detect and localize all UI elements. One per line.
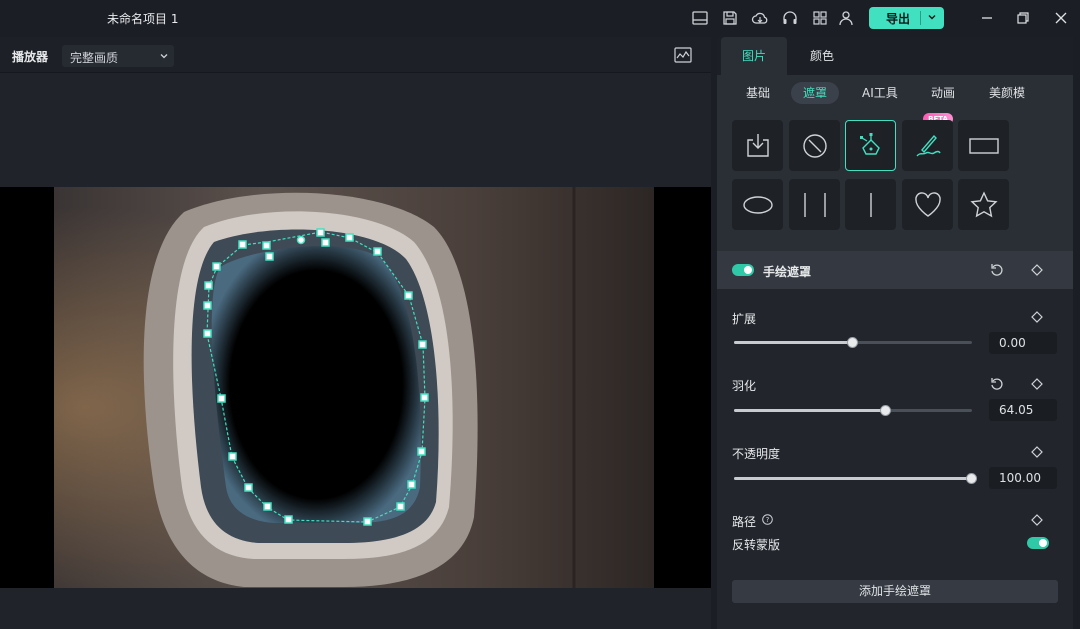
pen-mask-tile[interactable] — [845, 120, 896, 171]
save-icon[interactable] — [721, 9, 739, 27]
heart-icon — [914, 191, 941, 217]
keyframe-diamond-icon[interactable] — [1031, 514, 1043, 526]
restore-icon[interactable] — [1015, 10, 1031, 26]
opacity-slider-fill — [734, 477, 972, 480]
double-line-mask-tile[interactable] — [789, 179, 840, 230]
player-header: 播放器 完整画质 — [0, 37, 711, 73]
keyframe-diamond-icon[interactable] — [1031, 311, 1043, 323]
brush-icon — [915, 134, 941, 156]
chevron-down-icon — [160, 54, 168, 59]
panel-scrollbar[interactable] — [1073, 37, 1080, 629]
video-frame[interactable] — [54, 187, 654, 588]
brush-mask-tile[interactable] — [902, 120, 953, 171]
subtab-animation[interactable]: 动画 — [919, 82, 967, 104]
opacity-slider-knob[interactable] — [966, 473, 977, 484]
opacity-value-field[interactable]: 100.00 — [989, 467, 1057, 489]
subtab-basic[interactable]: 基础 — [734, 82, 782, 104]
apps-grid-icon[interactable] — [811, 9, 829, 27]
keyframe-diamond-icon[interactable] — [1031, 378, 1043, 390]
close-icon[interactable] — [1053, 10, 1069, 26]
keyframe-diamond-icon[interactable] — [1031, 446, 1043, 458]
import-icon — [746, 133, 769, 157]
ellipse-mask-tile[interactable] — [732, 179, 783, 230]
heart-mask-tile[interactable] — [902, 179, 953, 230]
expand-value-field[interactable]: 0.00 — [989, 332, 1057, 354]
chevron-down-icon[interactable] — [926, 11, 938, 23]
subtab-ai-tools[interactable]: AI工具 — [850, 82, 910, 104]
star-icon — [969, 190, 998, 217]
property-tabs: 图片 颜色 — [717, 37, 1073, 75]
path-label: 路径 — [732, 515, 757, 529]
expand-label: 扩展 — [732, 312, 757, 326]
no-mask-tile[interactable] — [789, 120, 840, 171]
opacity-label: 不透明度 — [732, 447, 781, 461]
mask-shape-grid: BETA — [717, 111, 1073, 251]
expand-slider[interactable] — [734, 337, 972, 348]
quality-value: 完整画质 — [70, 51, 119, 65]
properties-panel: 图片 颜色 基础 遮罩 AI工具 动画 美颜模 BETA 手绘遮罩 扩展 0.0… — [717, 37, 1073, 629]
player-panel: 播放器 完整画质 — [0, 37, 711, 629]
feather-label: 羽化 — [732, 379, 757, 393]
scope-icon[interactable] — [674, 47, 692, 63]
tab-image[interactable]: 图片 — [721, 37, 787, 75]
double-line-icon — [803, 192, 826, 217]
prohibited-icon — [802, 133, 827, 158]
star-mask-tile[interactable] — [958, 179, 1009, 230]
quality-select[interactable]: 完整画质 — [62, 45, 174, 67]
subtab-beauty[interactable]: 美颜模 — [977, 82, 1037, 104]
reset-icon[interactable] — [990, 263, 1004, 277]
ellipse-icon — [742, 195, 773, 214]
feather-slider[interactable] — [734, 405, 972, 416]
single-line-mask-tile[interactable] — [845, 179, 896, 230]
sub-tabs: 基础 遮罩 AI工具 动画 美颜模 — [717, 75, 1073, 111]
draw-mask-toggle[interactable] — [732, 264, 754, 276]
feather-value-field[interactable]: 64.05 — [989, 399, 1057, 421]
opacity-slider[interactable] — [734, 473, 977, 484]
export-divider — [920, 11, 921, 25]
section-title: 手绘遮罩 — [763, 265, 812, 279]
svg-text:?: ? — [766, 516, 770, 524]
preview-area-top — [0, 73, 711, 187]
layout-icon[interactable] — [691, 9, 709, 27]
expand-slider-knob[interactable] — [847, 337, 858, 348]
single-line-icon — [869, 192, 872, 217]
add-draw-mask-button[interactable]: 添加手绘遮罩 — [732, 580, 1058, 603]
expand-slider-fill — [734, 341, 853, 344]
help-icon[interactable]: ? — [762, 514, 773, 525]
cloud-icon[interactable] — [751, 9, 769, 27]
feather-slider-fill — [734, 409, 887, 412]
user-icon[interactable] — [837, 9, 855, 27]
project-title: 未命名项目 1 — [107, 12, 179, 26]
export-label: 导出 — [886, 12, 911, 26]
rectangle-icon — [968, 137, 999, 154]
import-mask-tile[interactable] — [732, 120, 783, 171]
tab-color[interactable]: 颜色 — [789, 37, 855, 75]
invert-mask-label: 反转蒙版 — [732, 538, 781, 552]
subtab-mask[interactable]: 遮罩 — [791, 82, 840, 104]
player-label: 播放器 — [12, 50, 49, 64]
export-button[interactable]: 导出 — [869, 7, 944, 29]
preview-stage[interactable] — [0, 187, 711, 588]
preview-area-bottom — [0, 588, 711, 629]
pen-tool-icon — [859, 132, 880, 155]
minimize-icon[interactable] — [979, 10, 995, 26]
feather-slider-knob[interactable] — [880, 405, 892, 416]
rectangle-mask-tile[interactable] — [958, 120, 1009, 171]
invert-mask-toggle[interactable] — [1027, 537, 1049, 549]
keyframe-diamond-icon[interactable] — [1031, 264, 1043, 276]
draw-mask-section-header: 手绘遮罩 — [717, 251, 1073, 289]
reset-icon[interactable] — [990, 377, 1004, 391]
title-bar: 未命名项目 1 导出 — [0, 0, 1080, 36]
headset-icon[interactable] — [781, 9, 799, 27]
